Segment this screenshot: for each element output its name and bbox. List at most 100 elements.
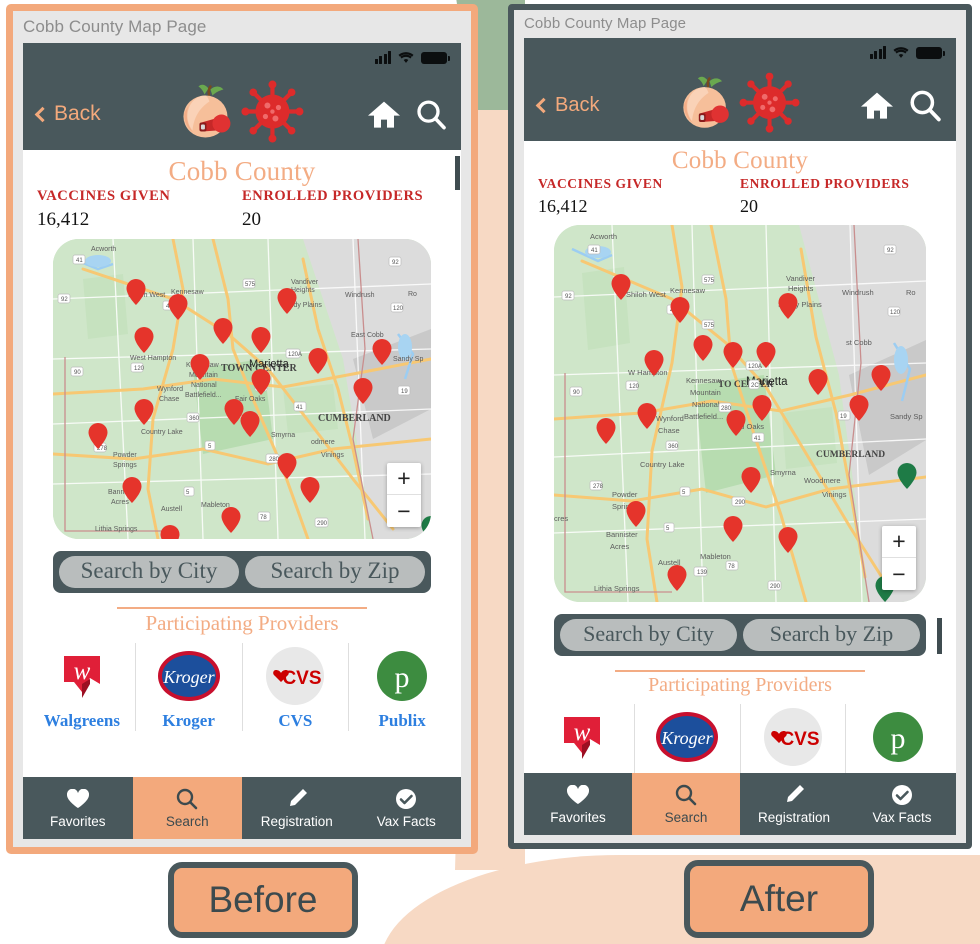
tab-search[interactable]: Search bbox=[132, 777, 242, 839]
stat-value: 16,412 bbox=[538, 196, 588, 216]
map-pin[interactable] bbox=[741, 466, 761, 493]
search-by-zip-button[interactable]: Search by Zip bbox=[245, 556, 425, 588]
app-logo-after bbox=[676, 72, 800, 133]
svg-text:360: 360 bbox=[668, 444, 679, 450]
stat-enrolled-providers: ENROLLED PROVIDERS 20 bbox=[242, 188, 447, 231]
map-zoom-out-button[interactable]: − bbox=[882, 558, 916, 590]
tab-registration[interactable]: Registration bbox=[740, 773, 848, 835]
provider-kroger[interactable]: Kroger Kroger bbox=[134, 643, 242, 731]
provider-walgreens[interactable]: w Walgreens bbox=[29, 643, 135, 731]
map-pin[interactable] bbox=[134, 399, 154, 425]
tab-registration[interactable]: Registration bbox=[242, 777, 352, 839]
stat-vaccines-given: VACCINES GIVEN 16,412 bbox=[37, 188, 242, 231]
map-pin-green[interactable] bbox=[421, 516, 431, 539]
svg-text:78: 78 bbox=[728, 564, 735, 570]
search-toggle-bar-after: Search by City Search by Zip bbox=[554, 614, 942, 656]
svg-text:360: 360 bbox=[189, 416, 200, 422]
map-pin[interactable] bbox=[667, 564, 687, 591]
map-pin[interactable] bbox=[752, 395, 772, 422]
map-pin[interactable] bbox=[221, 507, 241, 533]
map-pin[interactable] bbox=[778, 526, 798, 553]
home-icon[interactable] bbox=[367, 100, 401, 130]
map-pin[interactable] bbox=[160, 525, 180, 539]
map-pin[interactable] bbox=[596, 417, 616, 444]
battery-icon bbox=[916, 47, 945, 59]
provider-publix[interactable]: p Publix bbox=[844, 704, 950, 773]
provider-walgreens[interactable]: w Walgreens bbox=[530, 704, 634, 773]
map-pin[interactable] bbox=[611, 274, 631, 301]
map-zoom-in-button[interactable]: + bbox=[387, 463, 421, 495]
map-zoom-out-button[interactable]: − bbox=[387, 495, 421, 527]
map-pin[interactable] bbox=[190, 354, 210, 380]
svg-text:Vinings: Vinings bbox=[822, 490, 847, 499]
provider-name: Walgreens bbox=[43, 711, 120, 730]
map-pin[interactable] bbox=[726, 410, 746, 437]
back-button-label: Back bbox=[555, 93, 600, 116]
map-pin-green[interactable] bbox=[897, 462, 917, 489]
map-pin[interactable] bbox=[122, 477, 142, 503]
map-pin[interactable] bbox=[626, 500, 646, 527]
map-pin[interactable] bbox=[126, 279, 146, 305]
map-pin[interactable] bbox=[251, 369, 271, 395]
map-pin[interactable] bbox=[213, 318, 233, 344]
back-button-after[interactable]: Back bbox=[535, 93, 600, 117]
provider-cvs[interactable]: CVS CVS bbox=[739, 704, 845, 773]
providers-header-before: Participating Providers bbox=[23, 607, 461, 636]
provider-publix[interactable]: p Publix bbox=[348, 643, 455, 731]
map-pin[interactable] bbox=[871, 364, 891, 391]
tab-vax-facts[interactable]: Vax Facts bbox=[352, 777, 462, 839]
map-pin[interactable] bbox=[778, 293, 798, 320]
map-after[interactable]: Acworth Shiloh West Kennesaw Vandiver Hei… bbox=[554, 225, 926, 602]
map-pin[interactable] bbox=[849, 395, 869, 422]
search-icon[interactable] bbox=[415, 99, 447, 131]
map-pin[interactable] bbox=[808, 368, 828, 395]
map-pin[interactable] bbox=[168, 294, 188, 320]
tab-favorites[interactable]: Favorites bbox=[23, 777, 133, 839]
tab-vax-facts[interactable]: Vax Facts bbox=[848, 773, 956, 835]
home-icon[interactable] bbox=[860, 91, 894, 121]
map-pin[interactable] bbox=[723, 342, 743, 369]
map-zoom-controls-after[interactable]: + − bbox=[882, 526, 916, 590]
provider-kroger[interactable]: Kroger Kroger bbox=[634, 704, 739, 773]
map-pin[interactable] bbox=[240, 411, 260, 437]
map-pin[interactable] bbox=[372, 339, 392, 365]
map-pin[interactable] bbox=[88, 423, 108, 449]
map-pin[interactable] bbox=[756, 342, 776, 369]
tab-favorites[interactable]: Favorites bbox=[524, 773, 632, 835]
status-bar-after bbox=[869, 46, 945, 59]
svg-text:Vandiver: Vandiver bbox=[786, 274, 816, 283]
svg-text:Battlefield...: Battlefield... bbox=[185, 392, 222, 399]
map-zoom-in-button[interactable]: + bbox=[882, 526, 916, 558]
map-pin[interactable] bbox=[277, 288, 297, 314]
map-pin[interactable] bbox=[670, 297, 690, 324]
map-pin[interactable] bbox=[644, 349, 664, 376]
provider-cvs[interactable]: CVS CVS bbox=[241, 643, 349, 731]
stats-row-after: VACCINES GIVEN 16,412 ENROLLED PROVIDERS… bbox=[524, 176, 956, 217]
map-pin[interactable] bbox=[300, 477, 320, 503]
providers-scroll-indicator[interactable] bbox=[455, 156, 460, 190]
back-button-before[interactable]: Back bbox=[34, 102, 101, 126]
map-pin[interactable] bbox=[693, 334, 713, 361]
svg-text:Mableton: Mableton bbox=[700, 552, 731, 561]
walgreens-logo: w bbox=[549, 704, 615, 770]
map-pin[interactable] bbox=[723, 515, 743, 542]
map-pin[interactable] bbox=[251, 327, 271, 353]
svg-text:Woodmere: Woodmere bbox=[804, 476, 841, 485]
map-zoom-controls-before[interactable]: + − bbox=[387, 463, 421, 527]
search-by-zip-button[interactable]: Search by Zip bbox=[743, 619, 920, 651]
provider-name: Walgreens bbox=[530, 772, 634, 773]
map-pin[interactable] bbox=[308, 348, 328, 374]
map-pin[interactable] bbox=[353, 378, 373, 404]
map-pin[interactable] bbox=[134, 327, 154, 353]
search-by-city-button[interactable]: Search by City bbox=[560, 619, 737, 651]
chevron-left-icon bbox=[535, 97, 552, 113]
search-by-city-button[interactable]: Search by City bbox=[59, 556, 239, 588]
tab-search[interactable]: Search bbox=[632, 773, 740, 835]
map-before[interactable]: Acworth Shiloh West Kennesaw Vandiver Hei… bbox=[53, 239, 431, 539]
provider-name: Publix bbox=[846, 772, 950, 773]
svg-text:Lithia Springs: Lithia Springs bbox=[95, 526, 138, 533]
search-icon[interactable] bbox=[908, 89, 942, 123]
search-scroll-indicator[interactable] bbox=[937, 618, 942, 654]
map-pin[interactable] bbox=[277, 453, 297, 479]
map-pin[interactable] bbox=[637, 402, 657, 429]
